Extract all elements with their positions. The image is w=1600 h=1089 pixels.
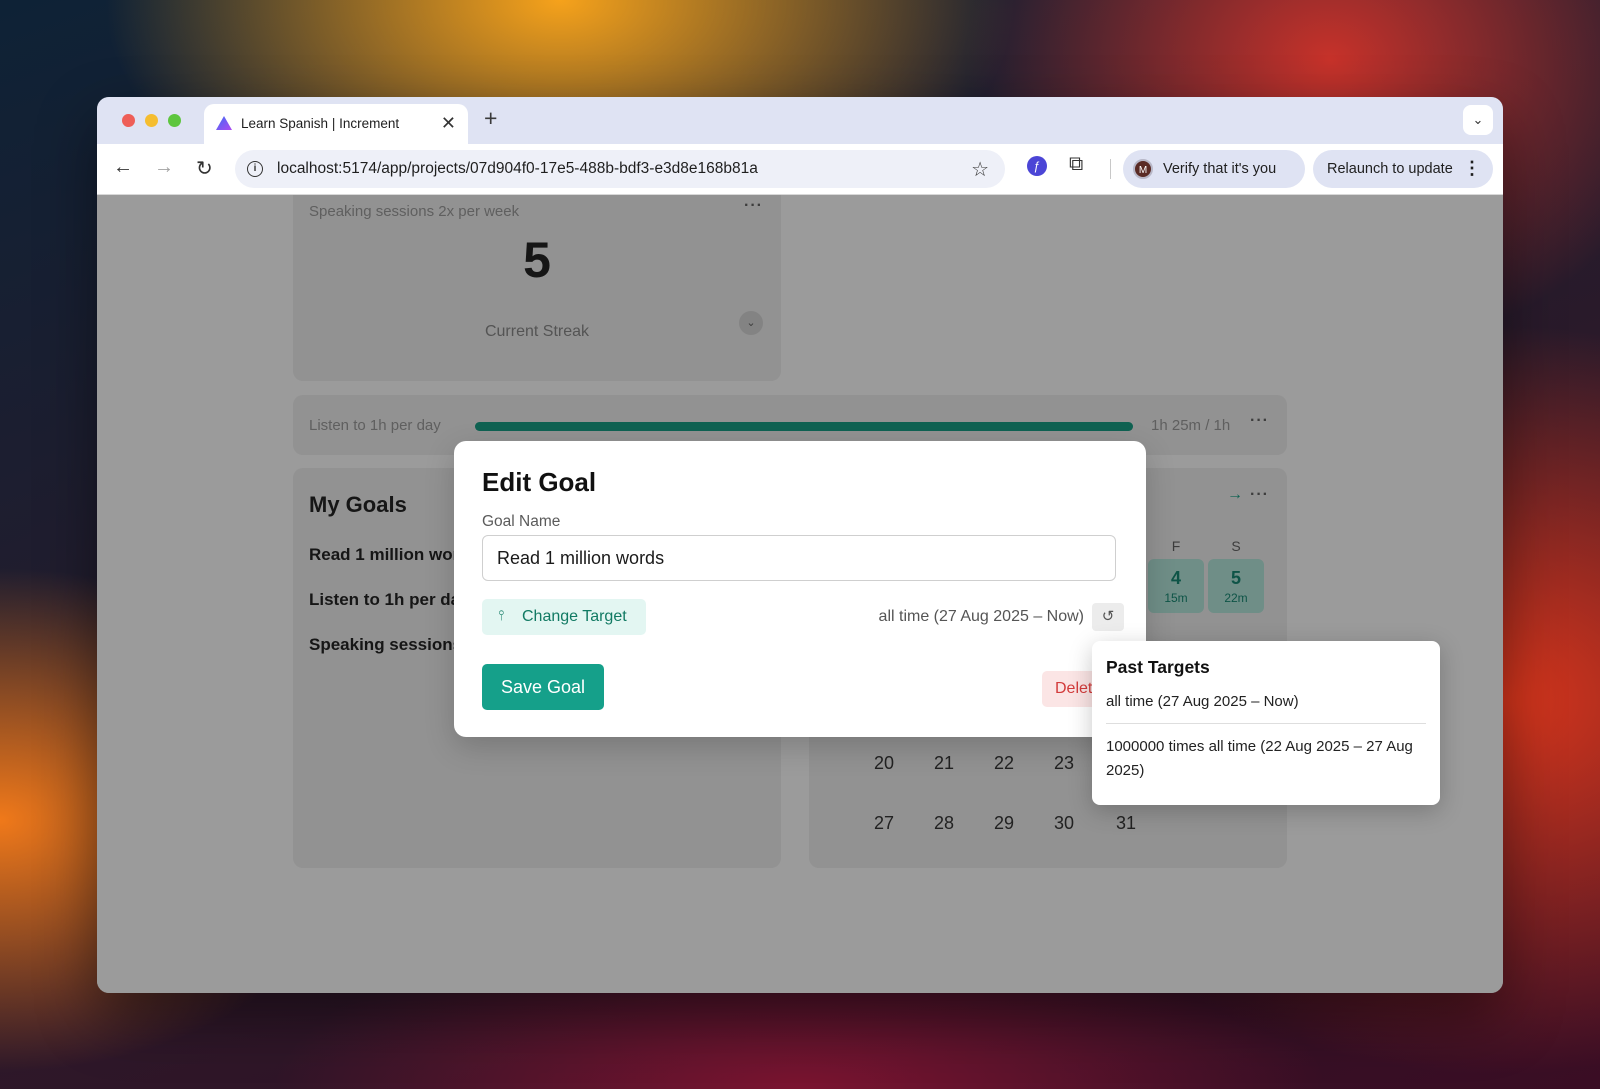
past-targets-popover: Past Targets all time (27 Aug 2025 – Now… — [1092, 641, 1440, 805]
extension-icon[interactable]: ƒ — [1027, 156, 1047, 176]
progress-fill — [475, 422, 1133, 431]
pin-icon: ⫯ — [498, 607, 505, 623]
listen-goal-label: Listen to 1h per day — [309, 417, 441, 434]
progress-bar — [475, 422, 1133, 431]
more-options-icon[interactable]: ··· — [1250, 486, 1269, 504]
tab-title: Learn Spanish | Increment — [241, 116, 400, 131]
edit-goal-dialog: Edit Goal Goal Name ⫯ Change Target all … — [454, 441, 1146, 737]
site-info-icon[interactable]: i — [247, 161, 263, 177]
goal-item[interactable]: Listen to 1h per day — [309, 590, 470, 610]
day-duration: 15m — [1164, 591, 1188, 605]
save-goal-button[interactable]: Save Goal — [482, 664, 604, 710]
chevron-down-icon[interactable]: ⌄ — [739, 311, 763, 335]
avatar: M — [1133, 159, 1153, 179]
change-target-label: Change Target — [522, 608, 627, 625]
tab-bar: Learn Spanish | Increment ✕ + ⌄ — [97, 97, 1503, 144]
more-options-icon[interactable]: ··· — [1250, 412, 1269, 430]
past-target-entry: 1000000 times all time (22 Aug 2025 – 27… — [1106, 738, 1413, 779]
history-icon[interactable]: ↺ — [1092, 603, 1124, 631]
current-target-text: all time (27 Aug 2025 – Now) — [878, 608, 1084, 625]
reload-icon[interactable]: ↻ — [196, 156, 213, 181]
maximize-window-button[interactable] — [168, 114, 181, 127]
verify-identity-button[interactable]: M Verify that it's you — [1123, 150, 1305, 188]
streak-card: Speaking sessions 2x per week ··· 5 Curr… — [293, 195, 781, 381]
browser-menu-icon[interactable]: ⋮ — [1463, 158, 1481, 179]
more-options-icon[interactable]: ··· — [744, 197, 763, 215]
back-arrow-icon[interactable]: ← — [113, 156, 133, 179]
tab-search-button[interactable]: ⌄ — [1463, 105, 1493, 135]
calendar-day[interactable]: 30 — [1036, 813, 1092, 834]
popover-title: Past Targets — [1106, 657, 1210, 677]
relaunch-label: Relaunch to update — [1327, 161, 1453, 177]
calendar-day-active[interactable]: 5 22m — [1208, 559, 1264, 613]
browser-toolbar: ← → ↻ i localhost:5174/app/projects/07d9… — [97, 144, 1503, 195]
extensions-puzzle-icon[interactable]: ⧉ — [1069, 153, 1083, 176]
change-target-button[interactable]: ⫯ Change Target — [482, 599, 646, 635]
address-bar[interactable]: i localhost:5174/app/projects/07d904f0-1… — [235, 150, 1005, 188]
streak-card-title: Speaking sessions 2x per week — [309, 203, 520, 220]
dialog-title: Edit Goal — [482, 467, 597, 497]
forward-arrow-icon[interactable]: → — [154, 156, 174, 179]
goal-name-input[interactable] — [482, 535, 1116, 581]
verify-label: Verify that it's you — [1163, 161, 1277, 177]
calendar-day[interactable]: 20 — [856, 753, 912, 774]
goals-title: My Goals — [309, 492, 407, 517]
calendar-day[interactable]: 31 — [1098, 813, 1154, 834]
weekday-header: F — [1171, 538, 1181, 554]
calendar-day[interactable]: 29 — [976, 813, 1032, 834]
calendar-day[interactable]: 23 — [1036, 753, 1092, 774]
calendar-day[interactable]: 21 — [916, 753, 972, 774]
relaunch-button[interactable]: Relaunch to update ⋮ — [1313, 150, 1493, 188]
day-duration: 22m — [1224, 591, 1248, 605]
day-number: 5 — [1230, 568, 1241, 588]
divider — [1106, 723, 1426, 724]
streak-value: 5 — [523, 232, 551, 288]
toolbar-divider — [1110, 159, 1111, 179]
calendar-day[interactable]: 22 — [976, 753, 1032, 774]
current-target-entry: all time (27 Aug 2025 – Now) — [1106, 693, 1299, 710]
goal-name-label: Goal Name — [482, 513, 561, 530]
calendar-day-active[interactable]: 4 15m — [1148, 559, 1204, 613]
close-window-button[interactable] — [122, 114, 135, 127]
bookmark-star-icon[interactable]: ☆ — [971, 157, 989, 182]
new-tab-button[interactable]: + — [484, 105, 497, 132]
url-text[interactable]: localhost:5174/app/projects/07d904f0-17e… — [277, 160, 758, 178]
next-month-arrow-icon[interactable]: → — [1227, 486, 1243, 504]
weekday-header: S — [1231, 538, 1241, 554]
active-tab[interactable]: Learn Spanish | Increment ✕ — [204, 104, 468, 144]
tab-close-icon[interactable]: ✕ — [441, 113, 456, 134]
day-number: 4 — [1170, 568, 1181, 588]
calendar-day[interactable]: 28 — [916, 813, 972, 834]
app-logo-icon — [216, 116, 232, 130]
streak-label: Current Streak — [484, 323, 590, 340]
progress-value: 1h 25m / 1h — [1151, 417, 1231, 434]
calendar-day[interactable]: 27 — [856, 813, 912, 834]
minimize-window-button[interactable] — [145, 114, 158, 127]
